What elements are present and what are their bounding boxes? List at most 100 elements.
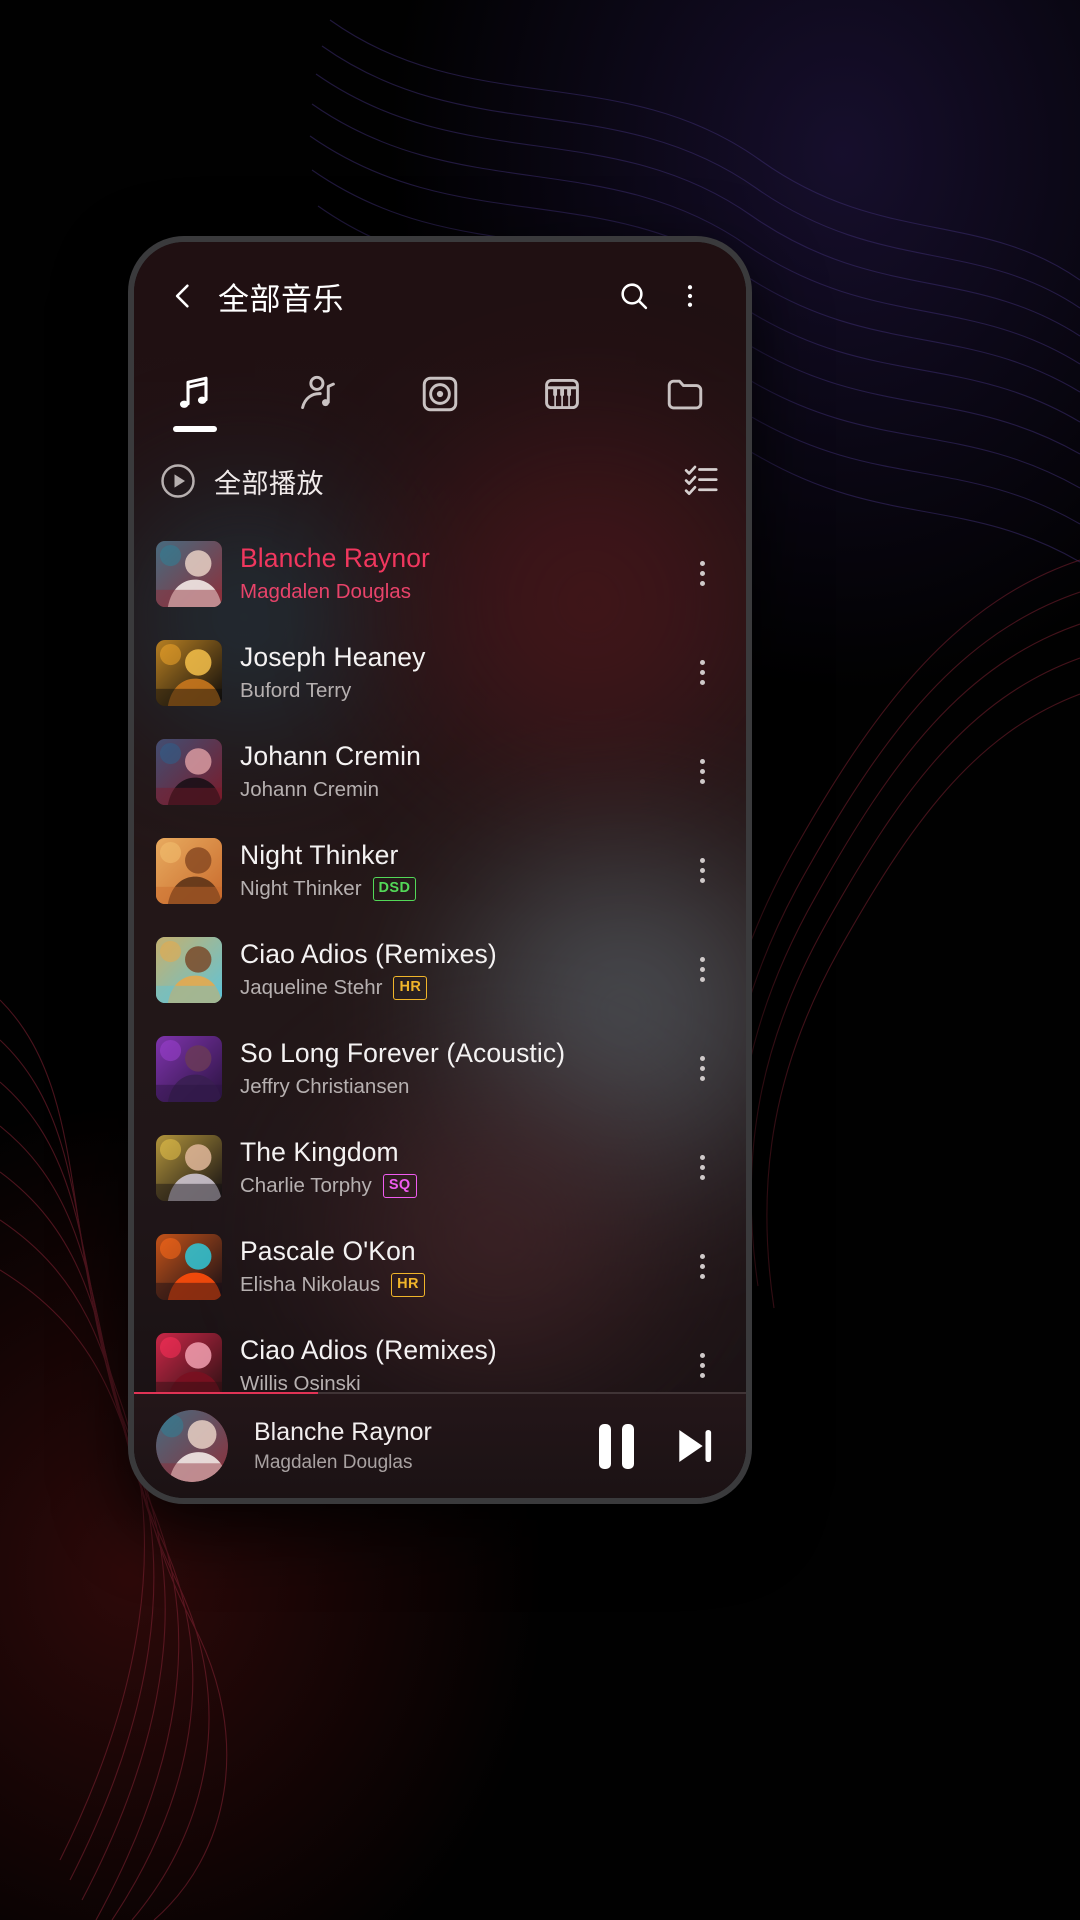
song-row[interactable]: Blanche Raynor Magdalen Douglas (134, 524, 746, 623)
song-overflow-button[interactable] (676, 1032, 728, 1106)
overflow-dot (699, 1254, 705, 1259)
song-subtitle: Buford Terry (240, 679, 676, 703)
song-row[interactable]: Ciao Adios (Remixes) Jaqueline Stehr HR (134, 920, 746, 1019)
tab-artists[interactable] (256, 350, 378, 438)
song-row[interactable]: The Kingdom Charlie Torphy SQ (134, 1118, 746, 1217)
now-playing-title: Blanche Raynor (254, 1418, 432, 1446)
pause-button[interactable] (599, 1423, 634, 1469)
play-circle-icon (161, 464, 195, 498)
overflow-dot (699, 769, 705, 774)
song-title: Ciao Adios (Remixes) (240, 939, 497, 969)
overflow-dot (699, 680, 705, 685)
overflow-dot (699, 1165, 705, 1170)
quality-badge: DSD (372, 877, 417, 901)
song-text: Pascale O'Kon Elisha Nikolaus HR (240, 1236, 676, 1297)
overflow-dot (699, 967, 705, 972)
song-artist: Johann Cremin (240, 778, 380, 801)
overflow-dot (699, 670, 705, 675)
overflow-dot (699, 561, 705, 566)
now-playing-artist: Magdalen Douglas (254, 1452, 413, 1473)
overflow-dot (699, 868, 705, 873)
song-artist: Elisha Nikolaus (240, 1273, 381, 1296)
multiselect-button[interactable] (682, 460, 720, 503)
music-note-icon (173, 371, 217, 417)
song-overflow-button[interactable] (676, 933, 728, 1007)
play-all-row[interactable]: 全部播放 (134, 439, 746, 523)
song-overflow-button[interactable] (676, 1131, 728, 1205)
overflow-dot (699, 779, 705, 784)
play-all-label: 全部播放 (214, 468, 324, 499)
quality-badge: HR (391, 1273, 425, 1297)
back-button[interactable] (156, 269, 210, 323)
album-art (156, 1332, 222, 1399)
song-artist: Charlie Torphy (240, 1174, 372, 1197)
song-text: The Kingdom Charlie Torphy SQ (240, 1137, 676, 1198)
tab-folders[interactable] (624, 350, 746, 438)
song-text: Johann Cremin Johann Cremin (240, 741, 676, 802)
pause-icon (599, 1423, 634, 1469)
song-artist: Magdalen Douglas (240, 580, 411, 603)
song-title: Joseph Heaney (240, 642, 426, 672)
song-text: Ciao Adios (Remixes) Jaqueline Stehr HR (240, 939, 676, 1000)
tab-songs[interactable] (134, 350, 256, 438)
song-title: Johann Cremin (240, 741, 422, 771)
song-title: Blanche Raynor (240, 543, 430, 573)
song-row[interactable]: Johann Cremin Johann Cremin (134, 722, 746, 821)
overflow-dot (699, 581, 705, 586)
song-subtitle: Jaqueline Stehr HR (240, 976, 676, 1000)
tab-albums[interactable] (379, 350, 501, 438)
song-row[interactable]: Night Thinker Night Thinker DSD (134, 821, 746, 920)
chevron-left-icon (175, 284, 189, 308)
album-art (156, 1134, 222, 1201)
overflow-dot (699, 1056, 705, 1061)
overflow-dot (699, 571, 705, 576)
song-overflow-button[interactable] (676, 735, 728, 809)
song-list: Blanche Raynor Magdalen Douglas Joseph He… (134, 524, 746, 1415)
song-artist: Jaqueline Stehr (240, 976, 383, 999)
tab-active-indicator (173, 426, 218, 432)
mini-player[interactable]: Blanche Raynor Magdalen Douglas (134, 1392, 746, 1498)
piano-keys-icon (540, 371, 584, 417)
song-text: Ciao Adios (Remixes) Willis Osinski (240, 1335, 676, 1396)
song-title: The Kingdom (240, 1137, 399, 1167)
song-row[interactable]: Pascale O'Kon Elisha Nikolaus HR (134, 1217, 746, 1316)
now-playing-text: Blanche Raynor Magdalen Douglas (254, 1418, 581, 1474)
album-art (156, 1233, 222, 1300)
overflow-dot (699, 759, 705, 764)
overflow-dot (699, 858, 705, 863)
song-artist: Buford Terry (240, 679, 352, 702)
song-row[interactable]: Joseph Heaney Buford Terry (134, 623, 746, 722)
phone-screen: 全部音乐 全部播放 Blanche Raynor Magdalen Dougla… (134, 242, 746, 1498)
album-art (156, 540, 222, 607)
quality-badge: HR (393, 976, 428, 1000)
song-text: So Long Forever (Acoustic) Jeffry Christi… (240, 1038, 676, 1099)
overflow-dot (699, 1175, 705, 1180)
overflow-menu-icon (687, 285, 693, 307)
search-button[interactable] (606, 268, 662, 324)
overflow-dot (699, 1066, 705, 1071)
album-art (156, 1035, 222, 1102)
song-artist: Jeffry Christiansen (240, 1075, 410, 1098)
song-subtitle: Jeffry Christiansen (240, 1075, 676, 1099)
overflow-dot (699, 957, 705, 962)
tab-genres[interactable] (501, 350, 623, 438)
song-text: Blanche Raynor Magdalen Douglas (240, 543, 676, 604)
song-overflow-button[interactable] (676, 636, 728, 710)
now-playing-avatar[interactable] (156, 1410, 228, 1482)
overflow-dot (699, 1155, 705, 1160)
song-overflow-button[interactable] (676, 1230, 728, 1304)
app-bar: 全部音乐 (134, 242, 746, 350)
song-overflow-button[interactable] (676, 537, 728, 611)
quality-badge: SQ (382, 1174, 417, 1198)
skip-next-icon (679, 1429, 712, 1463)
overflow-dot (699, 977, 705, 982)
song-overflow-button[interactable] (676, 834, 728, 908)
overflow-menu-button[interactable] (662, 268, 718, 324)
playback-controls (599, 1420, 720, 1472)
page-title: 全部音乐 (218, 281, 344, 317)
overflow-dot (699, 1353, 705, 1358)
tab-bar (134, 350, 746, 438)
overflow-dot (699, 1274, 705, 1279)
song-row[interactable]: So Long Forever (Acoustic) Jeffry Christi… (134, 1019, 746, 1118)
next-track-button[interactable] (668, 1420, 720, 1472)
